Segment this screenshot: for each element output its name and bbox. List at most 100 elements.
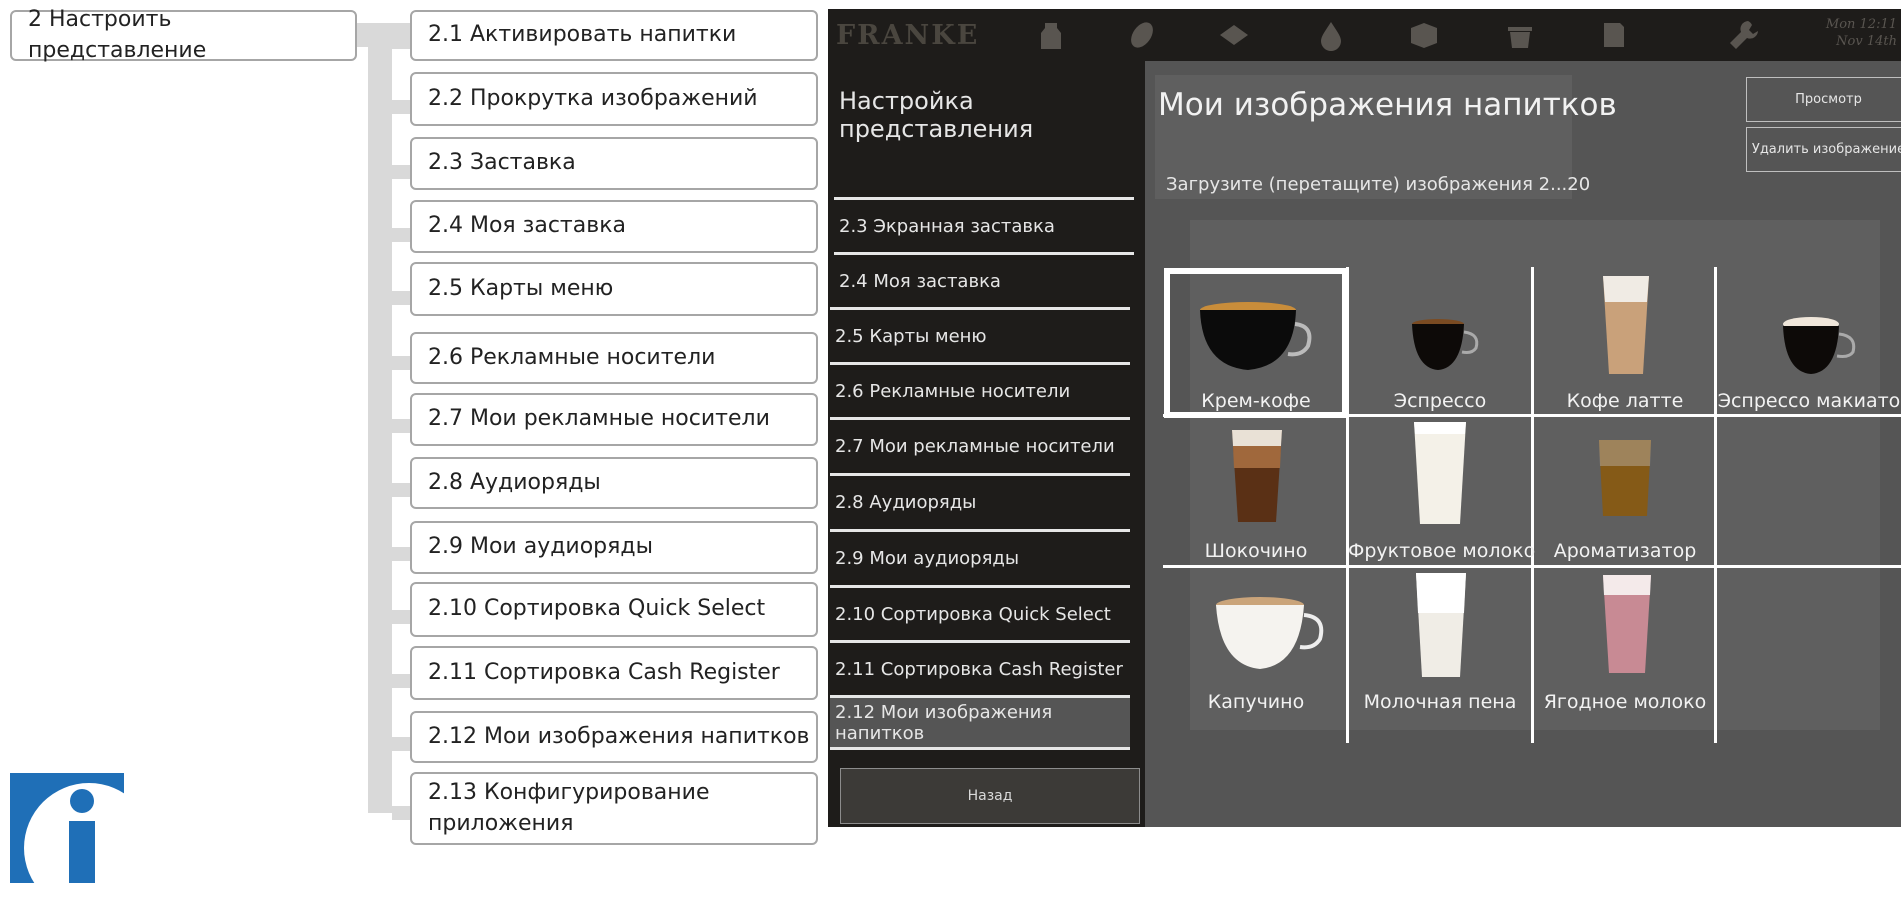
drink-tile[interactable] bbox=[1717, 569, 1901, 719]
submenu-label: 2.12 Мои изображения напитков bbox=[835, 701, 1053, 744]
menu-item-my-screensaver[interactable]: 2.4 Моя заставка bbox=[410, 200, 818, 253]
tree-branch bbox=[392, 165, 412, 179]
menu-item-label: 2.12 Мои изображения напитков bbox=[428, 723, 810, 749]
drink-tile[interactable]: Эспрессо макиато bbox=[1717, 268, 1901, 418]
menu-item-activate-drinks[interactable]: 2.1 Активировать напитки bbox=[410, 10, 818, 61]
tree-branch bbox=[392, 356, 412, 370]
menu-item-label: 2.1 Активировать напитки bbox=[428, 22, 737, 48]
tree-branch bbox=[392, 806, 412, 820]
tree-branch bbox=[392, 483, 412, 497]
flavour-glass-icon bbox=[1599, 440, 1651, 516]
submenu-item-cash-register[interactable]: 2.11 Сортировка Cash Register bbox=[830, 640, 1130, 695]
box-icon[interactable] bbox=[1408, 19, 1440, 51]
submenu-label: 2.6 Рекламные носители bbox=[835, 380, 1071, 402]
delete-image-button[interactable]: Удалить изображение bbox=[1746, 127, 1901, 172]
menu-item-label: 2.4 Моя заставка bbox=[428, 213, 626, 239]
drink-tile[interactable]: Капучино bbox=[1164, 569, 1348, 719]
menu-item-label: 2.11 Сортировка Cash Register bbox=[428, 659, 780, 685]
submenu-item-menu-cards[interactable]: 2.5 Карты меню bbox=[830, 307, 1130, 362]
drink-label: Молочная пена bbox=[1363, 691, 1517, 713]
menu-item-screensaver[interactable]: 2.3 Заставка bbox=[410, 137, 818, 190]
submenu-item-audio[interactable]: 2.8 Аудиоряды bbox=[830, 473, 1130, 528]
tree-branch bbox=[392, 228, 412, 242]
menu-item-label: 2.13 Конфигурирование приложения bbox=[428, 779, 710, 836]
submenu-item-my-screensaver[interactable]: 2.4 Моя заставка bbox=[834, 252, 1134, 307]
menu-item-my-audio[interactable]: 2.9 Мои аудиоряды bbox=[410, 521, 818, 574]
root-node-label: 2 Настроить представление bbox=[28, 6, 207, 63]
coffee-bean-icon[interactable] bbox=[1126, 19, 1158, 51]
page-title: Мои изображения напитков bbox=[1158, 87, 1617, 123]
drink-label: Эспрессо макиато bbox=[1717, 390, 1901, 412]
menu-item-ad-media[interactable]: 2.6 Рекламные носители bbox=[410, 332, 818, 384]
submenu-label: 2.4 Моя заставка bbox=[839, 270, 1001, 292]
wrench-icon[interactable] bbox=[1728, 19, 1760, 51]
panel-title: Настройка представления bbox=[839, 87, 1034, 143]
menu-item-cash-register[interactable]: 2.11 Сортировка Cash Register bbox=[410, 646, 818, 700]
chocolate-bar-icon[interactable] bbox=[1218, 19, 1250, 51]
drink-tile[interactable]: Молочная пена bbox=[1348, 569, 1532, 719]
menu-item-label: 2.8 Аудиоряды bbox=[428, 469, 601, 495]
root-node: 2 Настроить представление bbox=[10, 7, 357, 63]
submenu-item-screensaver[interactable]: 2.3 Экранная заставка bbox=[834, 197, 1134, 252]
drink-label: Ароматизатор bbox=[1553, 540, 1697, 562]
submenu-label: 2.11 Сортировка Cash Register bbox=[835, 658, 1123, 680]
preview-button[interactable]: Просмотр bbox=[1746, 77, 1901, 122]
cup-stack-icon[interactable] bbox=[1504, 19, 1536, 51]
menu-item-my-ad-media[interactable]: 2.7 Мои рекламные носители bbox=[410, 393, 818, 446]
tree-branch bbox=[392, 737, 412, 751]
menu-item-menu-cards[interactable]: 2.5 Карты меню bbox=[410, 262, 818, 316]
tree-connector bbox=[368, 23, 392, 813]
drink-tile[interactable]: Эспрессо bbox=[1348, 268, 1532, 418]
menu-item-label: 2.9 Мои аудиоряды bbox=[428, 534, 653, 560]
chococino-glass-icon bbox=[1232, 430, 1282, 522]
drink-tile[interactable]: Фруктовое молоко bbox=[1348, 418, 1536, 568]
drink-tile[interactable]: Кофе латте bbox=[1533, 268, 1717, 418]
milk-carton-icon[interactable] bbox=[1035, 19, 1067, 51]
tree-branch bbox=[392, 674, 412, 688]
cappuccino-cup-icon bbox=[1216, 597, 1324, 669]
milk-foam-glass-icon bbox=[1416, 573, 1466, 677]
drink-tile[interactable]: Ягодное молоко bbox=[1533, 569, 1717, 719]
submenu-label: 2.8 Аудиоряды bbox=[835, 491, 977, 513]
drink-tile[interactable]: Ароматизатор bbox=[1533, 418, 1717, 568]
cafe-creme-cup-icon bbox=[1200, 302, 1312, 370]
menu-item-image-scroll[interactable]: 2.2 Прокрутка изображений bbox=[410, 72, 818, 126]
tree-branch bbox=[392, 547, 412, 561]
drink-tile[interactable]: Крем-кофе bbox=[1164, 268, 1348, 418]
menu-item-audio[interactable]: 2.8 Аудиоряды bbox=[410, 457, 818, 509]
espresso-cup-icon bbox=[1412, 319, 1479, 370]
drink-label: Капучино bbox=[1207, 691, 1305, 713]
upload-hint: Загрузите (перетащите) изображения 2...2… bbox=[1166, 174, 1591, 195]
drink-tile[interactable]: Шокочино bbox=[1164, 418, 1348, 568]
menu-item-label: 2.3 Заставка bbox=[428, 150, 576, 176]
menu-item-my-drink-images[interactable]: 2.12 Мои изображения напитков bbox=[410, 711, 818, 763]
submenu-label: 2.9 Мои аудиоряды bbox=[835, 547, 1020, 569]
tree-branch bbox=[392, 291, 412, 305]
drink-label: Кофе латте bbox=[1566, 390, 1684, 412]
submenu-item-quick-select[interactable]: 2.10 Сортировка Quick Select bbox=[830, 585, 1130, 640]
menu-item-quick-select[interactable]: 2.10 Сортировка Quick Select bbox=[410, 582, 818, 637]
menu-item-label: 2.10 Сортировка Quick Select bbox=[428, 596, 766, 622]
water-drop-icon[interactable] bbox=[1315, 19, 1347, 51]
submenu-item-ad-media[interactable]: 2.6 Рекламные носители bbox=[830, 362, 1130, 417]
submenu-label: 2.5 Карты меню bbox=[835, 325, 987, 347]
submenu-item-my-audio[interactable]: 2.9 Мои аудиоряды bbox=[830, 529, 1130, 584]
drink-label: Фруктовое молоко bbox=[1348, 540, 1536, 562]
menu-item-app-config[interactable]: 2.13 Конфигурирование приложения bbox=[410, 772, 818, 845]
submenu-label: 2.10 Сортировка Quick Select bbox=[835, 603, 1111, 625]
fruit-milk-glass-icon bbox=[1414, 422, 1466, 524]
datetime: Mon 12:11 Nov 14th bbox=[1825, 17, 1897, 51]
back-button[interactable]: Назад bbox=[840, 768, 1140, 824]
top-toolbar: FRANKE Mon 12:11 Nov 14th bbox=[828, 9, 1901, 61]
drink-label: Эспрессо bbox=[1393, 390, 1487, 412]
settings-sidebar: Настройка представления 2.3 Экранная зас… bbox=[828, 61, 1145, 827]
book-icon[interactable] bbox=[1598, 19, 1630, 51]
latte-glass-icon bbox=[1603, 276, 1649, 374]
menu-item-label: 2.6 Рекламные носители bbox=[428, 344, 716, 370]
machine-screen: FRANKE Mon 12:11 Nov 14th Настройка пред… bbox=[828, 9, 1901, 827]
drink-label: Ягодное молоко bbox=[1543, 691, 1707, 713]
submenu-item-my-ad-media[interactable]: 2.7 Мои рекламные носители bbox=[830, 417, 1130, 472]
franke-logo: FRANKE bbox=[836, 20, 980, 51]
submenu-item-my-drink-images[interactable]: 2.12 Мои изображения напитков bbox=[830, 695, 1130, 750]
drink-tile[interactable] bbox=[1717, 418, 1901, 568]
